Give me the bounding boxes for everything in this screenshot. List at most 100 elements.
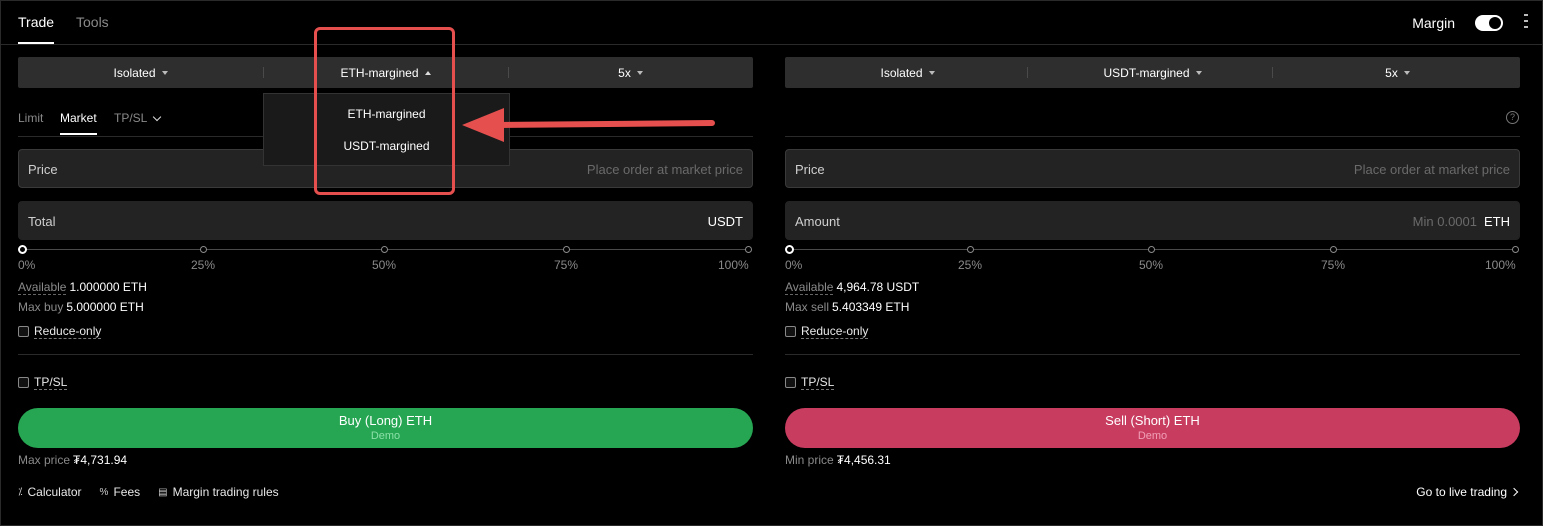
chevron-right-icon [1509,487,1519,497]
caret-down-icon [1195,70,1202,75]
tpsl-checkbox[interactable]: TP/SL [18,375,68,390]
max-buy-value: 5.000000 ETH [66,300,144,314]
amount-slider[interactable] [18,245,753,255]
annotation-highlight-box [314,27,455,195]
document-icon: ▤ [158,486,168,498]
divider [18,354,753,355]
margin-mode-select[interactable]: Isolated [785,57,1030,88]
fees-link[interactable]: % Fees [100,485,141,499]
divider [785,354,1520,355]
slider-tick: 50% [1139,258,1164,272]
total-label: Total [28,214,56,229]
leverage-label: 5x [1385,65,1398,80]
top-bar: Trade Tools Margin [0,0,1543,45]
sell-button-label: Sell (Short) ETH [1105,413,1200,428]
calculator-icon: ⁒ [18,486,23,498]
slider-tick: 0% [785,258,803,272]
caret-down-icon [1403,70,1410,75]
slider-stop[interactable] [745,246,752,253]
slider-tick: 75% [1321,258,1346,272]
footer-links: ⁒ Calculator % Fees ▤ Margin trading rules [18,485,279,499]
margin-label: Margin [1412,15,1455,31]
reduce-only-checkbox[interactable]: Reduce-only [785,324,869,339]
leverage-select[interactable]: 5x [1275,57,1520,88]
amount-unit: ETH [1484,214,1510,229]
help-icon[interactable]: ? [1506,111,1519,124]
amount-placeholder: Min 0.0001 [1412,214,1477,229]
total-input[interactable]: Total USDT [18,201,753,240]
margin-asset-select[interactable]: USDT-margined [1030,57,1275,88]
price-input[interactable]: Price Place order at market price [785,149,1520,188]
slider-handle[interactable] [18,245,27,254]
price-placeholder: Place order at market price [586,162,743,177]
sell-short-button[interactable]: Sell (Short) ETH Demo [785,408,1520,448]
reduce-only-label: Reduce-only [801,324,869,339]
max-sell-value: 5.403349 ETH [832,300,910,314]
max-price-row: Max price ₮4,731.94 [18,453,127,467]
available-row: Available 1.000000 ETH [18,280,147,295]
slider-stop[interactable] [1330,246,1337,253]
price-label: Price [28,162,58,177]
caret-down-icon [161,70,168,75]
go-live-label: Go to live trading [1416,485,1507,499]
calculator-link[interactable]: ⁒ Calculator [18,485,82,499]
tab-market[interactable]: Market [60,111,97,135]
divider [1027,67,1028,78]
slider-stop[interactable] [1148,246,1155,253]
slider-stop[interactable] [563,246,570,253]
reduce-only-checkbox[interactable]: Reduce-only [18,324,102,339]
margin-asset-label: USDT-margined [1103,65,1190,80]
tab-trade[interactable]: Trade [18,14,55,44]
leverage-select[interactable]: 5x [508,57,753,88]
max-buy-label: Max buy [18,300,64,314]
margin-mode-select[interactable]: Isolated [18,57,263,88]
sell-button-sub: Demo [1137,430,1168,442]
buy-long-button[interactable]: Buy (Long) ETH Demo [18,408,753,448]
tab-tpsl-label: TP/SL [114,111,148,125]
rules-link[interactable]: ▤ Margin trading rules [158,485,279,499]
checkbox-box[interactable] [18,377,29,388]
tpsl-checkbox[interactable]: TP/SL [785,375,835,390]
fees-label: Fees [113,485,141,499]
slider-stop[interactable] [200,246,207,253]
go-live-link[interactable]: Go to live trading [1416,485,1519,499]
checkbox-box[interactable] [18,326,29,337]
slider-stop[interactable] [381,246,388,253]
reduce-only-label: Reduce-only [34,324,102,339]
available-label: Available [785,280,834,295]
slider-tick: 50% [372,258,397,272]
max-sell-row: Max sell 5.403349 ETH [785,300,909,314]
buy-button-label: Buy (Long) ETH [338,413,433,428]
tab-limit[interactable]: Limit [18,111,43,125]
tab-tpsl[interactable]: TP/SL [114,111,162,125]
sell-panel: Isolated USDT-margined 5x ? Price Place … [785,45,1520,515]
slider-tick: 25% [958,258,983,272]
checkbox-box[interactable] [785,326,796,337]
amount-slider[interactable] [785,245,1520,255]
slider-tick: 75% [554,258,579,272]
checkbox-box[interactable] [785,377,796,388]
calculator-label: Calculator [27,485,82,499]
more-icon[interactable] [1524,14,1528,30]
annotation-arrow-icon [462,108,715,142]
slider-stop[interactable] [967,246,974,253]
margin-mode-label: Isolated [113,65,156,80]
leverage-label: 5x [618,65,631,80]
amount-input[interactable]: Amount Min 0.0001 ETH [785,201,1520,240]
margin-toggle[interactable] [1475,15,1503,31]
max-buy-row: Max buy 5.000000 ETH [18,300,144,314]
percent-icon: % [99,486,109,498]
slider-tick: 25% [191,258,216,272]
tab-tools[interactable]: Tools [76,14,109,30]
slider-handle[interactable] [785,245,794,254]
slider-tick: 0% [18,258,36,272]
tpsl-label: TP/SL [34,375,68,390]
slider-stop[interactable] [1512,246,1519,253]
available-row: Available 4,964.78 USDT [785,280,919,295]
max-price-value: ₮4,731.94 [73,453,128,467]
total-unit: USDT [707,214,743,229]
available-value: 1.000000 ETH [69,280,147,294]
slider-tick: 100% [1485,258,1516,272]
price-label: Price [795,162,825,177]
caret-down-icon [636,70,643,75]
